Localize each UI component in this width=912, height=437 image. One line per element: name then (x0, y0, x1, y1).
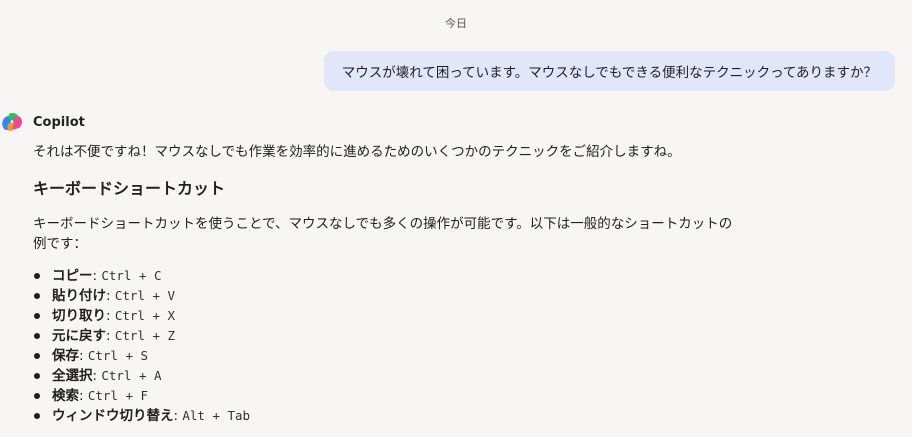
shortcut-item: 元に戻す: Ctrl + Z (33, 326, 733, 346)
shortcut-keys: Ctrl + X (114, 308, 176, 323)
shortcut-label: 貼り付け (52, 288, 106, 304)
bullet-icon (34, 333, 40, 339)
shortcut-item: 貼り付け: Ctrl + V (33, 286, 733, 306)
shortcut-keys: Ctrl + A (101, 368, 162, 383)
shortcut-label: 全選択 (52, 368, 93, 384)
shortcut-keys: Ctrl + C (101, 268, 162, 283)
assistant-message: それは不便ですね！マウスなしでも作業を効率的に進めるためのいくつかのテクニックを… (33, 142, 733, 426)
shortcut-label: 元に戻す (52, 328, 106, 344)
shortcut-item: 検索: Ctrl + F (33, 386, 733, 406)
bullet-icon (34, 353, 40, 359)
shortcut-label: ウィンドウ切り替え (52, 408, 174, 424)
shortcut-item: 全選択: Ctrl + A (33, 366, 733, 386)
shortcut-keys: Ctrl + S (87, 348, 149, 363)
copilot-logo-icon (2, 112, 22, 131)
shortcut-item: 切り取り: Ctrl + X (33, 306, 733, 326)
user-message-bubble: マウスが壊れて困っています。マウスなしでもできる便利なテクニックってありますか？ (323, 51, 895, 91)
shortcut-label: 検索 (52, 388, 79, 404)
bullet-icon (34, 373, 40, 379)
shortcut-label: 保存 (52, 348, 79, 364)
date-separator: 今日 (445, 17, 467, 30)
shortcut-item: 保存: Ctrl + S (33, 346, 733, 366)
bullet-icon (34, 393, 40, 399)
bullet-icon (34, 273, 40, 279)
shortcut-keys: Alt + Tab (182, 408, 251, 423)
shortcut-keys: Ctrl + Z (114, 328, 176, 343)
shortcut-keys: Ctrl + V (114, 288, 176, 303)
bullet-icon (34, 313, 40, 319)
shortcut-keys: Ctrl + F (87, 388, 149, 403)
shortcut-item: コピー: Ctrl + C (33, 266, 733, 286)
assistant-name: Copilot (33, 114, 85, 130)
answer-intro: それは不便ですね！マウスなしでも作業を効率的に進めるためのいくつかのテクニックを… (33, 144, 681, 160)
section-description: キーボードショートカットを使うことで、マウスなしでも多くの操作が可能です。以下は… (33, 216, 733, 252)
shortcut-label: コピー (52, 268, 93, 284)
assistant-header: Copilot (0, 111, 85, 133)
shortcut-label: 切り取り (52, 308, 106, 324)
shortcut-item: ウィンドウ切り替え: Alt + Tab (33, 406, 733, 426)
bullet-icon (34, 293, 40, 299)
bullet-icon (34, 413, 40, 419)
section-heading: キーボードショートカット (33, 179, 226, 198)
shortcut-list: コピー: Ctrl + C 貼り付け: Ctrl + V 切り取り: Ctrl … (33, 266, 733, 426)
